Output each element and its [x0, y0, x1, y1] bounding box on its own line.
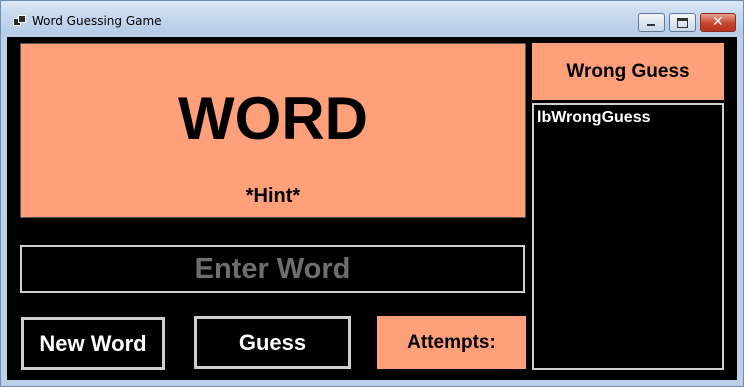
- guess-button[interactable]: Guess: [194, 316, 351, 369]
- wrong-guess-list[interactable]: lbWrongGuess: [532, 103, 724, 370]
- attempts-label: Attempts:: [377, 316, 526, 369]
- app-window: Word Guessing Game ✕ WORD *Hint* New Wor…: [0, 0, 744, 387]
- minimize-button[interactable]: [638, 13, 665, 32]
- close-icon: ✕: [712, 14, 724, 30]
- wrong-guess-list-text: lbWrongGuess: [537, 109, 651, 126]
- app-icon: [13, 15, 26, 26]
- new-word-button[interactable]: New Word: [21, 317, 165, 370]
- word-input[interactable]: [20, 245, 525, 293]
- title-bar[interactable]: Word Guessing Game ✕: [1, 1, 743, 35]
- maximize-button[interactable]: [669, 13, 696, 32]
- hint-label: *Hint*: [245, 185, 301, 207]
- maximize-icon: [677, 18, 688, 28]
- client-area: WORD *Hint* New Word Guess Attempts: Wro…: [7, 37, 737, 380]
- close-button[interactable]: ✕: [700, 13, 736, 32]
- minimize-icon: [647, 24, 655, 26]
- word-panel: WORD *Hint*: [20, 43, 526, 218]
- wrong-guess-header: Wrong Guess: [532, 43, 724, 100]
- window-title: Word Guessing Game: [32, 14, 162, 28]
- word-display: WORD: [178, 85, 368, 152]
